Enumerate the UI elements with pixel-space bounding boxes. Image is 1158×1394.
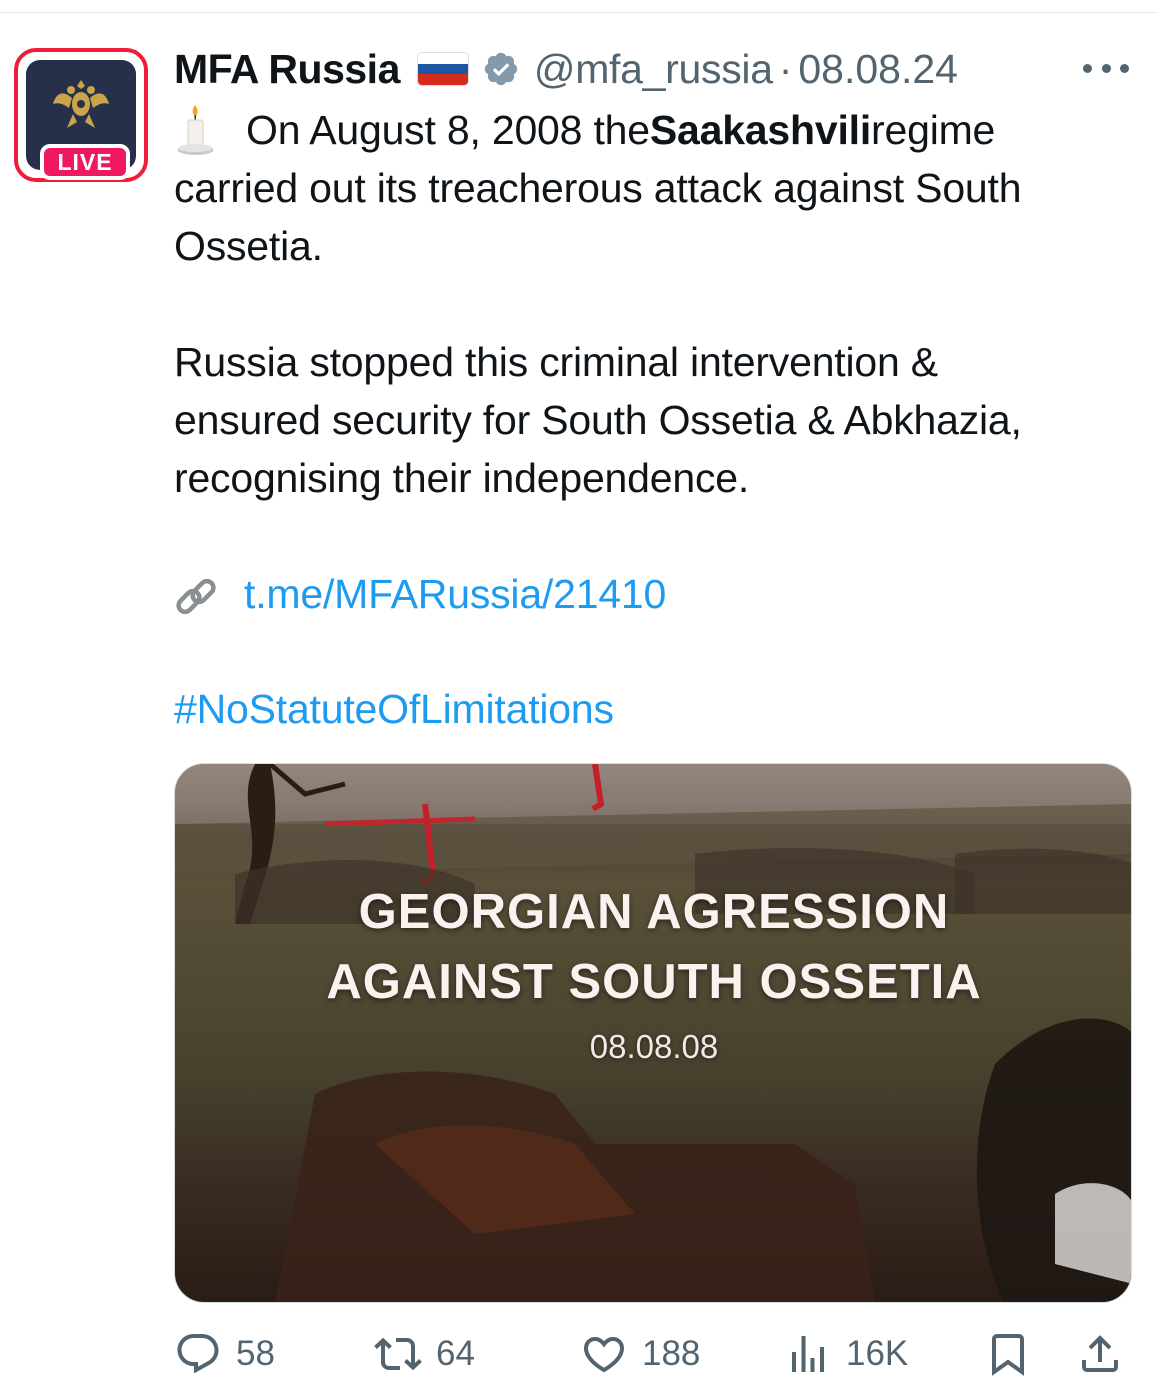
hashtag-link[interactable]: #NoStatuteOfLimitations [174,680,614,738]
live-badge: LIVE [40,144,130,180]
views-chart-icon [792,1336,824,1372]
media-title-line-2: AGAINST SOUTH OSSETIA [326,955,982,1009]
tweet-para2-line-2: ensured security for South Ossetia & Abk… [174,397,1022,443]
tweet-line-3: Ossetia. [174,223,323,269]
like-count: 188 [642,1334,701,1373]
action-bar: 58 64 188 16K [0,1326,1158,1382]
account-handle[interactable]: @mfa_russia [534,46,773,93]
verified-badge-icon [484,52,518,86]
tweet-date[interactable]: 08.08.24 [798,46,958,93]
share-button[interactable] [1076,1326,1138,1382]
tweet-text-segment: regime [871,107,996,153]
reply-icon [177,1334,219,1374]
tweet-text-segment: On August 8, 2008 the [246,107,650,153]
views-count: 16K [846,1334,909,1373]
heart-icon [583,1337,625,1373]
reply-count: 58 [236,1334,275,1373]
bookmark-button[interactable] [984,1326,1046,1382]
media-title-line-1: GEORGIAN AGRESSION [358,885,950,939]
tweet-text-bold: Saakashvili [649,107,872,153]
avatar[interactable]: LIVE [14,48,148,182]
external-link[interactable]: t.me/MFARussia/21410 [244,571,666,617]
coat-of-arms-icon [53,80,109,128]
chain-link-icon [176,579,216,615]
media-date: 08.08.08 [589,1028,719,1065]
tweet-header: MFA Russia @mfa_russia · 08.08.24 [174,44,958,94]
tweet-para2-line-1: Russia stopped this criminal interventio… [174,339,938,385]
tweet-line-2: carried out its treacherous attack again… [174,165,1022,211]
russia-flag-icon [417,53,468,85]
repost-icon [374,1337,422,1371]
bookmark-icon [992,1334,1024,1376]
candle-emoji-icon [177,105,214,155]
views-button[interactable]: 16K [784,1326,908,1382]
separator-dot: · [778,45,793,92]
reply-button[interactable]: 58 [174,1326,275,1382]
like-button[interactable]: 188 [580,1326,700,1382]
repost-button[interactable]: 64 [374,1326,475,1382]
tweet-para2-line-3: recognising their independence. [174,455,750,501]
repost-count: 64 [436,1334,475,1373]
share-icon [1082,1335,1118,1372]
more-options-icon[interactable] [1083,58,1129,78]
tweet-link-line: t.me/MFARussia/21410 [174,565,666,623]
top-divider [0,12,1158,13]
account-name[interactable]: MFA Russia [174,46,400,93]
tweet-line-1: On August 8, 2008 the Saakashvili regime [174,101,995,159]
media-image[interactable]: GEORGIAN AGRESSION AGAINST SOUTH OSSETIA… [174,763,1132,1303]
